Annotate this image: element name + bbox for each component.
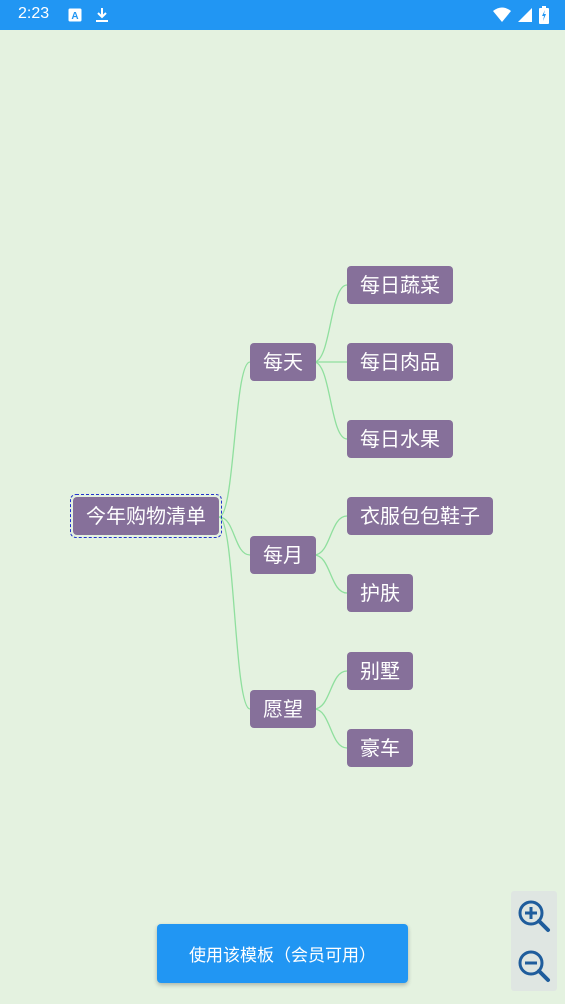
branch-node-wish[interactable]: 愿望 xyxy=(250,690,316,728)
link-wish-2 xyxy=(313,708,348,749)
leaf-node-villa[interactable]: 别墅 xyxy=(347,652,413,690)
link-monthly-1 xyxy=(313,515,348,556)
status-time: 2:23 xyxy=(18,5,50,22)
root-node-frame[interactable]: 今年购物清单 xyxy=(70,494,222,538)
battery-icon xyxy=(539,6,549,28)
download-icon xyxy=(95,7,109,27)
link-daily-3 xyxy=(313,361,348,440)
translate-icon: A xyxy=(68,7,82,26)
use-template-button[interactable]: 使用该模板（会员可用） xyxy=(157,924,408,983)
svg-text:A: A xyxy=(71,11,78,22)
mindmap-canvas[interactable]: 今年购物清单 每天 每月 愿望 每日蔬菜 每日肉品 每日水果 衣服包包鞋子 护肤… xyxy=(0,30,565,1004)
root-node[interactable]: 今年购物清单 xyxy=(73,497,219,535)
zoom-in-icon xyxy=(518,900,550,932)
link-daily-1 xyxy=(313,284,348,363)
branch-node-monthly[interactable]: 每月 xyxy=(250,536,316,574)
leaf-node-skincare[interactable]: 护肤 xyxy=(347,574,413,612)
link-monthly-2 xyxy=(313,554,348,594)
branch-node-daily[interactable]: 每天 xyxy=(250,343,316,381)
leaf-node-daily-vegetables[interactable]: 每日蔬菜 xyxy=(347,266,453,304)
signal-icon xyxy=(517,7,533,27)
leaf-node-car[interactable]: 豪车 xyxy=(347,729,413,767)
leaf-node-daily-meat[interactable]: 每日肉品 xyxy=(347,343,453,381)
zoom-out-button[interactable] xyxy=(515,947,553,985)
leaf-node-daily-fruit[interactable]: 每日水果 xyxy=(347,420,453,458)
leaf-node-clothes[interactable]: 衣服包包鞋子 xyxy=(347,497,493,535)
zoom-controls xyxy=(511,891,557,991)
zoom-in-button[interactable] xyxy=(515,897,553,935)
link-wish-1 xyxy=(313,670,348,710)
link-root-wish xyxy=(218,516,251,710)
wifi-icon xyxy=(493,7,511,27)
zoom-out-icon xyxy=(518,950,550,982)
status-bar: 2:23 A xyxy=(0,0,565,30)
link-root-daily xyxy=(218,361,251,518)
